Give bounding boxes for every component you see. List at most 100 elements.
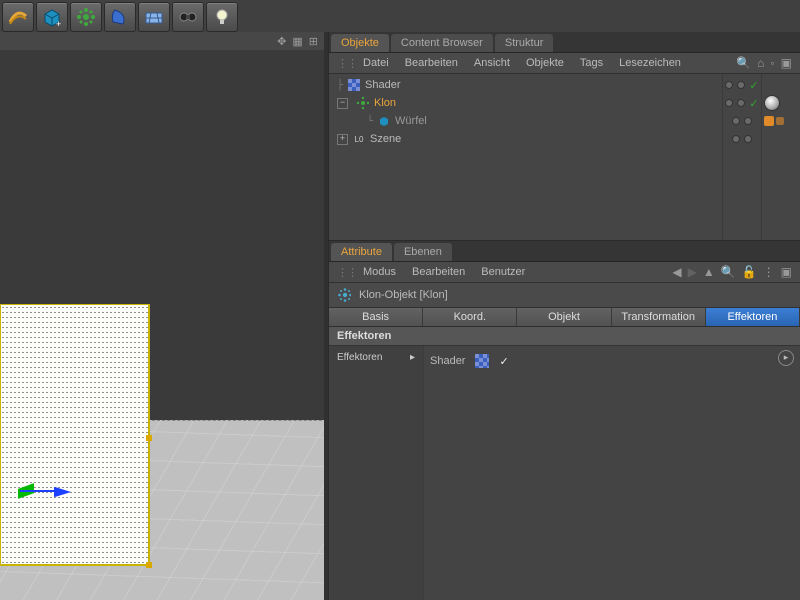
section-header-effektoren: Effektoren (329, 327, 800, 346)
grip-icon[interactable]: ⋮⋮ (337, 266, 347, 279)
lock-icon[interactable]: 🔓 (742, 265, 757, 279)
effektoren-field-label: Effektoren ▸ (329, 346, 424, 600)
shader-icon (475, 354, 489, 368)
cat-koord[interactable]: Koord. (423, 308, 517, 326)
visibility-dot[interactable] (744, 117, 752, 125)
tags-column (762, 74, 800, 240)
menu-tags[interactable]: Tags (580, 57, 603, 69)
shader-icon (347, 78, 361, 92)
menu-datei[interactable]: Datei (363, 57, 389, 69)
home-icon[interactable]: ⌂ (757, 56, 764, 70)
object-manager: ├ Shader − Klon └ Würfel + L0 (329, 74, 800, 241)
expand-arrow-icon[interactable]: ▸ (410, 352, 415, 594)
selection-handle[interactable] (146, 435, 152, 441)
nav-back-icon[interactable]: ◀ (672, 265, 681, 279)
effektor-label: Shader (430, 355, 465, 367)
axis-x-line (20, 490, 54, 492)
phong-tag-icon[interactable] (764, 116, 774, 126)
take-icon: L0 (352, 132, 366, 146)
tool-camera[interactable] (172, 2, 204, 32)
visibility-dot[interactable] (737, 81, 745, 89)
attributes-menu: ⋮⋮ Modus Bearbeiten Benutzer ◀ ▶ ▲ 🔍 🔓 ⋮… (329, 262, 800, 283)
maximize-icon[interactable]: ▣ (781, 265, 792, 279)
tree-label: Klon (374, 97, 396, 109)
nav-forward-icon: ▶ (688, 265, 697, 279)
viewport-layout-icon[interactable]: ⊞ (309, 35, 318, 48)
objects-menu: ⋮⋮ Datei Bearbeiten Ansicht Objekte Tags… (329, 53, 800, 74)
enable-check[interactable]: ✓ (749, 79, 758, 92)
texture-tag-icon[interactable] (764, 95, 780, 111)
cloner-icon (337, 288, 351, 302)
visibility-dot[interactable] (737, 99, 745, 107)
tree-label: Shader (365, 79, 400, 91)
enable-check[interactable]: ✓ (749, 97, 758, 110)
tool-floor[interactable] (138, 2, 170, 32)
tab-ebenen[interactable]: Ebenen (394, 243, 452, 261)
menu-lesezeichen[interactable]: Lesezeichen (619, 57, 681, 69)
cloner-icon (356, 96, 370, 110)
objects-tab-row: Objekte Content Browser Struktur (329, 32, 800, 53)
tool-light[interactable] (206, 2, 238, 32)
horizon-line (147, 420, 324, 421)
axis-x-gizmo[interactable] (54, 487, 70, 497)
visibility-dot[interactable] (744, 135, 752, 143)
scene-object-klon[interactable] (0, 304, 150, 566)
menu-dots-icon[interactable]: ⋮ (763, 265, 775, 279)
cat-basis[interactable]: Basis (329, 308, 423, 326)
expander-icon[interactable]: − (337, 98, 348, 109)
tree-row-klon[interactable]: − Klon (333, 94, 718, 112)
tree-row-shader[interactable]: ├ Shader (333, 76, 718, 94)
attribute-object-title: Klon-Objekt [Klon] (329, 283, 800, 308)
visibility-dot[interactable] (732, 117, 740, 125)
tree-label: Würfel (395, 115, 427, 127)
selection-handle[interactable] (146, 562, 152, 568)
viewport-header: ✥ ▦ ⊞ (0, 32, 324, 50)
viewport-move-icon[interactable]: ✥ (277, 35, 286, 48)
tool-cube[interactable]: + (36, 2, 68, 32)
expander-icon[interactable]: + (337, 134, 348, 145)
object-title-label: Klon-Objekt [Klon] (359, 289, 448, 301)
attribute-category-row: Basis Koord. Objekt Transformation Effek… (329, 308, 800, 327)
effektor-enable-check[interactable]: ✓ (499, 355, 508, 368)
visibility-dot[interactable] (725, 99, 733, 107)
effektoren-list[interactable]: Shader ✓ ▸ (424, 346, 800, 600)
menu-objekte[interactable]: Objekte (526, 57, 564, 69)
viewport-grid-icon[interactable]: ▦ (292, 35, 302, 48)
grip-icon[interactable]: ⋮⋮ (337, 57, 347, 70)
tool-cloner[interactable] (70, 2, 102, 32)
tab-objekte[interactable]: Objekte (331, 34, 389, 52)
cube-icon (377, 114, 391, 128)
list-options-icon[interactable]: ▸ (778, 350, 794, 366)
tab-content-browser[interactable]: Content Browser (391, 34, 493, 52)
main-toolbar: + (0, 0, 238, 32)
search-icon[interactable]: 🔍 (736, 56, 751, 70)
tree-row-szene[interactable]: + L0 Szene (333, 130, 718, 148)
cat-transformation[interactable]: Transformation (612, 308, 706, 326)
tool-bend[interactable] (2, 2, 34, 32)
effektor-item-shader[interactable]: Shader ✓ (430, 352, 794, 370)
phong-tag-icon[interactable] (776, 117, 784, 125)
maximize-icon[interactable]: ▣ (781, 56, 792, 70)
menu-bearbeiten[interactable]: Bearbeiten (405, 57, 458, 69)
menu-bearbeiten[interactable]: Bearbeiten (412, 266, 465, 278)
cat-effektoren[interactable]: Effektoren (706, 308, 800, 326)
menu-benutzer[interactable]: Benutzer (481, 266, 525, 278)
svg-text:+: + (56, 19, 61, 28)
visibility-dot[interactable] (725, 81, 733, 89)
object-tree[interactable]: ├ Shader − Klon └ Würfel + L0 (329, 74, 722, 240)
tab-attribute[interactable]: Attribute (331, 243, 392, 261)
tree-row-wuerfel[interactable]: └ Würfel (333, 112, 718, 130)
nav-up-icon[interactable]: ▲ (703, 265, 715, 279)
attributes-tab-row: Attribute Ebenen (329, 241, 800, 262)
menu-modus[interactable]: Modus (363, 266, 396, 278)
tree-label: Szene (370, 133, 401, 145)
dot-icon[interactable]: ◦ (770, 56, 774, 70)
tab-struktur[interactable]: Struktur (495, 34, 554, 52)
viewport-3d[interactable] (0, 50, 324, 600)
menu-ansicht[interactable]: Ansicht (474, 57, 510, 69)
tool-deformer[interactable] (104, 2, 136, 32)
visibility-dot[interactable] (732, 135, 740, 143)
search-icon[interactable]: 🔍 (721, 265, 736, 279)
cat-objekt[interactable]: Objekt (517, 308, 611, 326)
visibility-column: ✓ ✓ (722, 74, 762, 240)
